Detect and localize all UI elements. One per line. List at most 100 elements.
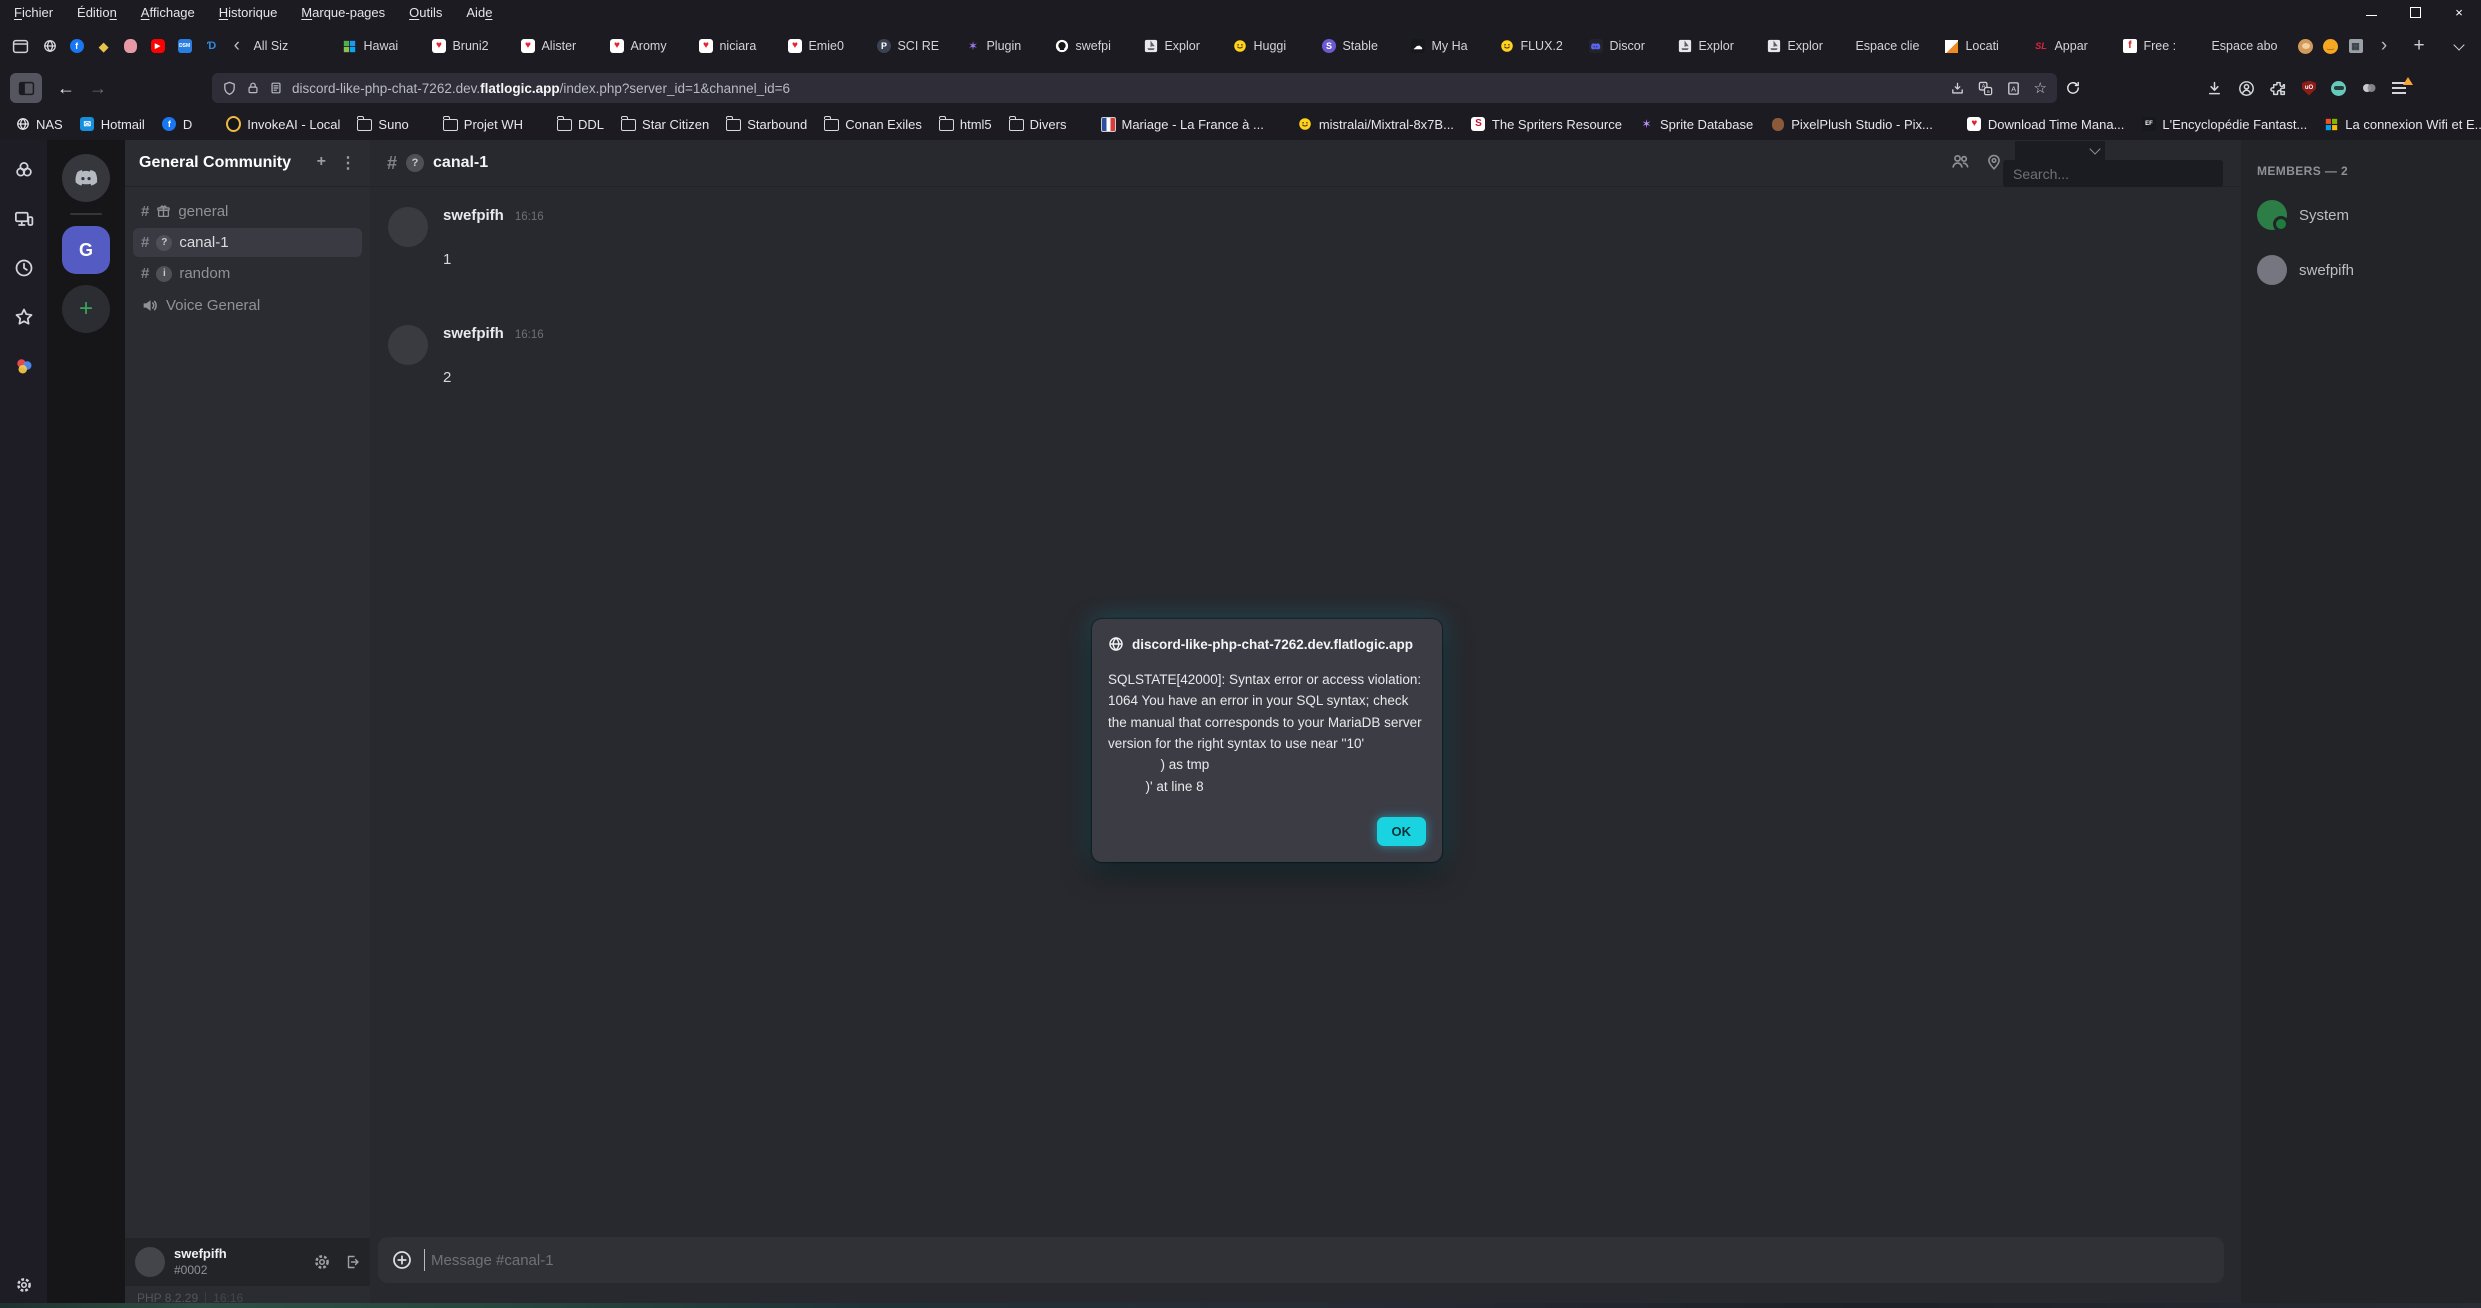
members-toggle-icon[interactable] xyxy=(1951,152,1970,171)
bookmark-item[interactable]: fD xyxy=(162,117,192,132)
menu-aide[interactable]: Aide xyxy=(466,5,492,20)
tab[interactable]: ✶Plugin xyxy=(958,30,1047,63)
member-item[interactable]: swefpifh xyxy=(2257,255,2465,285)
tab[interactable]: SStable xyxy=(1314,30,1403,63)
logout-icon[interactable] xyxy=(344,1253,360,1271)
list-all-tabs-button[interactable] xyxy=(2443,31,2475,61)
bookmark-item[interactable]: PixelPlush Studio - Pix... xyxy=(1770,117,1933,132)
translate-page-icon[interactable]: A xyxy=(2006,81,2021,96)
account-icon[interactable] xyxy=(2238,80,2255,97)
pinned-tab[interactable]: ▶ xyxy=(150,39,165,54)
tab[interactable]: All Siz xyxy=(246,30,335,63)
extensions-puzzle-icon[interactable] xyxy=(2270,80,2287,97)
pinned-tab[interactable]: ▦ xyxy=(2348,39,2363,54)
tab[interactable]: FLUX.2 xyxy=(1492,30,1581,63)
circles-extension-icon[interactable] xyxy=(2361,80,2377,96)
scroll-tabs-left-button[interactable]: ‹ xyxy=(227,31,246,61)
channel-dropdown[interactable] xyxy=(2015,141,2105,160)
tab[interactable]: Espace clie xyxy=(1848,30,1937,63)
add-server-button[interactable]: + xyxy=(62,285,110,333)
downloads-icon[interactable] xyxy=(2206,80,2223,97)
bookmark-item[interactable]: Starbound xyxy=(726,117,807,132)
close-button[interactable]: × xyxy=(2437,0,2481,24)
tab[interactable]: ♥Alister xyxy=(513,30,602,63)
tab[interactable]: Huggi xyxy=(1225,30,1314,63)
tab[interactable]: Espace abo xyxy=(2204,30,2292,63)
add-channel-button[interactable]: + xyxy=(317,153,326,173)
tab[interactable]: ♥niciara xyxy=(691,30,780,63)
menu-historique[interactable]: Historique xyxy=(219,5,278,20)
bookmark-item[interactable]: html5 xyxy=(939,117,992,132)
menu-fichier[interactable]: Fichier xyxy=(14,5,53,20)
settings-gear-icon[interactable] xyxy=(15,1276,33,1294)
bookmark-item[interactable]: mistralai/Mixtral-8x7B... xyxy=(1298,117,1454,132)
pinned-tab[interactable] xyxy=(42,39,57,54)
tab[interactable]: Explor xyxy=(1670,30,1759,63)
bookmark-item[interactable]: EFL'Encyclopédie Fantast... xyxy=(2141,117,2307,132)
bookmark-item[interactable]: SThe Spriters Resource xyxy=(1471,117,1622,132)
tab[interactable]: ☁My Ha xyxy=(1403,30,1492,63)
tab[interactable]: Explor xyxy=(1136,30,1225,63)
menu-hamburger-icon[interactable] xyxy=(2392,82,2406,93)
sidebar-tool-screen-share-icon[interactable] xyxy=(14,209,34,229)
channel-item-general[interactable]: #general xyxy=(133,197,362,226)
new-tab-button[interactable]: + xyxy=(2403,31,2435,61)
tab[interactable]: ♥Bruni2 xyxy=(424,30,513,63)
tab[interactable]: PSCI RE xyxy=(869,30,958,63)
menu-affichage[interactable]: Affichage xyxy=(141,5,195,20)
pinned-tab[interactable]: ‿ xyxy=(2323,39,2338,54)
server-icon-g[interactable]: G xyxy=(62,226,110,274)
bookmark-item[interactable]: InvokeAI - Local xyxy=(226,117,340,132)
minimize-button[interactable] xyxy=(2349,0,2393,24)
url-bar[interactable]: discord-like-php-chat-7262.dev.flatlogic… xyxy=(212,73,2057,103)
shield-icon[interactable] xyxy=(222,81,237,96)
bookmark-item[interactable]: Mariage - La France à ... xyxy=(1101,117,1264,132)
reader-mode-icon[interactable] xyxy=(269,81,283,95)
sidebar-tool-ai-chat-icon[interactable] xyxy=(14,160,34,180)
member-item[interactable]: System xyxy=(2257,200,2465,230)
tab[interactable]: Hawai xyxy=(335,30,424,63)
tab[interactable]: Locati xyxy=(1937,30,2026,63)
tab[interactable]: ♥Aromy xyxy=(602,30,691,63)
message-input[interactable] xyxy=(424,1249,2210,1271)
bookmark-item[interactable]: NAS xyxy=(15,117,63,132)
bookmark-item[interactable]: ✉Hotmail xyxy=(80,117,145,132)
tab[interactable]: ♥Emie0 xyxy=(780,30,869,63)
forward-button[interactable]: → xyxy=(82,73,114,103)
save-page-icon[interactable] xyxy=(1950,81,1965,96)
server-menu-kebab-icon[interactable]: ⋮ xyxy=(340,153,356,173)
pinned-tab[interactable]: f xyxy=(69,39,84,54)
pinned-tab[interactable]: DSM xyxy=(177,39,192,54)
reload-button[interactable] xyxy=(2057,73,2089,103)
bookmark-item[interactable]: Star Citizen xyxy=(621,117,709,132)
menu-outils[interactable]: Outils xyxy=(409,5,442,20)
privacy-extension-icon[interactable] xyxy=(2331,81,2346,96)
ublock-extension-icon[interactable]: uO xyxy=(2302,81,2316,96)
settings-gear-icon[interactable] xyxy=(313,1253,331,1271)
ok-button[interactable]: OK xyxy=(1377,817,1427,846)
bookmark-item[interactable]: Divers xyxy=(1009,117,1067,132)
server-header[interactable]: General Community + ⋮ xyxy=(125,140,370,187)
back-button[interactable]: ← xyxy=(50,73,82,103)
tab[interactable]: fFree : xyxy=(2115,30,2204,63)
pinned-tab[interactable]: Ɗ xyxy=(204,39,219,54)
menu--dition[interactable]: Édition xyxy=(77,5,117,20)
pinned-messages-icon[interactable] xyxy=(1985,152,2003,171)
tab[interactable]: swefpi xyxy=(1047,30,1136,63)
bookmark-star-icon[interactable]: ☆ xyxy=(2034,79,2047,97)
menu-marque-pages[interactable]: Marque-pages xyxy=(301,5,385,20)
sidebar-tool-containers-dots-icon[interactable] xyxy=(14,356,34,376)
translate-icon[interactable]: Aa xyxy=(1978,81,1993,96)
tab[interactable]: SLAppar xyxy=(2026,30,2115,63)
pinned-tab[interactable] xyxy=(2298,39,2313,54)
tab[interactable]: Explor xyxy=(1759,30,1848,63)
scroll-tabs-right-button[interactable]: › xyxy=(2373,31,2395,61)
bookmark-item[interactable]: Suno xyxy=(357,117,408,132)
tab[interactable]: Discor xyxy=(1581,30,1670,63)
channel-item-canal-1[interactable]: #?canal-1 xyxy=(133,228,362,257)
maximize-button[interactable] xyxy=(2393,0,2437,24)
pinned-tab[interactable]: ◆ xyxy=(96,39,111,54)
lock-icon[interactable] xyxy=(246,81,260,95)
bookmark-item[interactable]: Conan Exiles xyxy=(824,117,922,132)
sidebar-tool-bookmarks-star-icon[interactable] xyxy=(14,307,34,327)
